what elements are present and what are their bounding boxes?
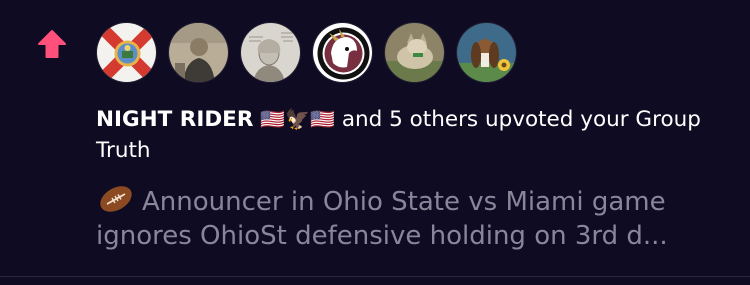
football-icon (100, 186, 132, 212)
notification-message: NIGHT RIDER 🇺🇸🦅🇺🇸 and 5 others upvoted y… (96, 104, 726, 166)
actor-name[interactable]: NIGHT RIDER (96, 107, 253, 132)
actor-emoji: 🇺🇸🦅🇺🇸 (260, 107, 335, 131)
divider (0, 276, 750, 277)
upvote-arrow-icon (38, 30, 66, 58)
old-photo-avatar[interactable] (168, 22, 229, 83)
post-preview[interactable]: Announcer in Ohio State vs Miami game ig… (96, 184, 736, 253)
preview-line-1: Announcer in Ohio State vs Miami game (142, 187, 666, 217)
franklin-sketch-avatar[interactable] (240, 22, 301, 83)
preview-line-2: ignores OhioSt defensive holding on 3rd … (96, 221, 668, 251)
florida-seal-avatar[interactable] (96, 22, 157, 83)
basset-hound-avatar[interactable] (456, 22, 517, 83)
avatar-stack (96, 22, 517, 83)
upvote-notification[interactable]: NIGHT RIDER 🇺🇸🦅🇺🇸 and 5 others upvoted y… (0, 0, 750, 285)
fsu-logo-avatar[interactable] (312, 22, 373, 83)
dog-avatar[interactable] (384, 22, 445, 83)
